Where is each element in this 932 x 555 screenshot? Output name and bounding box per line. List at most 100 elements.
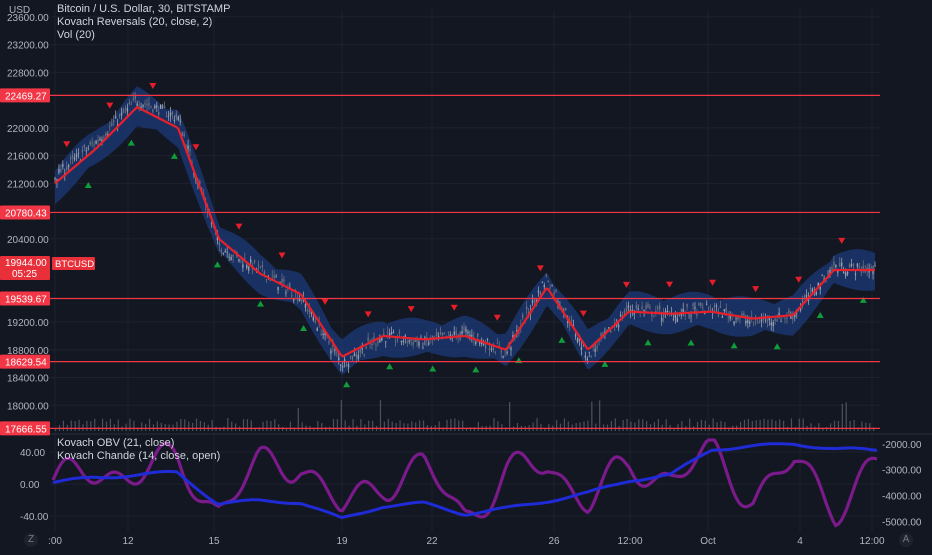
candle-body bbox=[152, 109, 154, 113]
volume-bar bbox=[720, 420, 722, 431]
volume-bar bbox=[446, 419, 448, 431]
candle-body bbox=[725, 308, 727, 312]
candle-body bbox=[862, 265, 864, 269]
auto-scale-button[interactable]: A bbox=[899, 533, 913, 547]
volume-bar bbox=[642, 419, 644, 431]
trading-chart[interactable]: USD 23600.00 23200.00 22800.00 22000.00 2160… bbox=[0, 0, 932, 550]
candle-body bbox=[842, 271, 845, 274]
volume-bar bbox=[383, 421, 385, 431]
candle-body bbox=[506, 351, 508, 354]
candle-body bbox=[103, 137, 105, 139]
volume-bar bbox=[849, 420, 851, 431]
candle-body bbox=[230, 256, 232, 261]
volume-bar bbox=[591, 401, 593, 431]
candle-body bbox=[261, 265, 264, 267]
time-tick-label: 22 bbox=[426, 536, 438, 547]
candle-body bbox=[347, 364, 350, 367]
candle-body bbox=[355, 354, 358, 357]
zoom-button[interactable]: Z bbox=[24, 533, 38, 547]
candle-body bbox=[128, 102, 131, 105]
volume-bar bbox=[336, 419, 339, 431]
volume-bar bbox=[473, 427, 476, 431]
candle-body bbox=[815, 291, 817, 295]
candle-body bbox=[735, 318, 737, 319]
candle-body bbox=[99, 138, 101, 141]
candle-body bbox=[165, 115, 168, 117]
lower-legend: Kovach OBV (21, close) Kovach Chande (14… bbox=[57, 437, 220, 463]
level-label-text: 20780.43 bbox=[5, 208, 47, 219]
time-tick-label: 12 bbox=[122, 536, 134, 547]
level-label-text: 18629.54 bbox=[5, 358, 47, 369]
candle-body bbox=[69, 157, 72, 160]
candle-body bbox=[257, 264, 260, 266]
candle-body bbox=[848, 264, 851, 268]
candle-body bbox=[60, 169, 62, 173]
volume-bar bbox=[567, 421, 569, 431]
volume-bar bbox=[775, 420, 777, 431]
candle-body bbox=[93, 144, 95, 146]
candle-body bbox=[420, 337, 422, 338]
candle-body bbox=[856, 263, 859, 267]
candle-body bbox=[854, 273, 857, 276]
candle-body bbox=[161, 105, 164, 107]
candle-body bbox=[674, 314, 677, 319]
candle-body bbox=[365, 347, 367, 349]
candle-body bbox=[111, 122, 113, 126]
candle-body bbox=[359, 349, 361, 353]
legend-kovach-obv[interactable]: Kovach OBV (21, close) bbox=[57, 437, 220, 450]
volume-bar bbox=[395, 423, 397, 431]
legend-symbol[interactable]: Bitcoin / U.S. Dollar, 30, BITSTAMP bbox=[57, 3, 230, 16]
candle-body bbox=[471, 334, 473, 337]
candle-body bbox=[570, 319, 573, 322]
volume-bar bbox=[837, 420, 840, 431]
volume-bar bbox=[751, 421, 753, 431]
legend-kovach-reversals[interactable]: Kovach Reversals (20, close, 2) bbox=[57, 16, 230, 29]
volume-bar bbox=[352, 419, 354, 431]
legend-kovach-chande[interactable]: Kovach Chande (14, close, open) bbox=[57, 450, 220, 463]
volume-bar bbox=[101, 418, 104, 431]
candle-body bbox=[684, 314, 686, 316]
volume-bar bbox=[168, 424, 170, 431]
candle-body bbox=[87, 148, 89, 150]
candle-body bbox=[226, 251, 228, 253]
volume-bar bbox=[579, 422, 581, 431]
volume-bar bbox=[78, 419, 80, 431]
volume-bar bbox=[415, 422, 417, 431]
volume-bar bbox=[841, 403, 843, 431]
candle-body bbox=[778, 312, 780, 316]
candle-body bbox=[105, 133, 107, 137]
candle-body bbox=[809, 287, 812, 290]
candle-body bbox=[747, 320, 749, 323]
volume-bar bbox=[802, 418, 804, 431]
candle-body bbox=[271, 274, 273, 276]
candle-body bbox=[171, 111, 174, 114]
candle-body bbox=[371, 343, 373, 346]
main-legend: Bitcoin / U.S. Dollar, 30, BITSTAMP Kova… bbox=[57, 3, 230, 42]
volume-bar bbox=[438, 421, 440, 431]
volume-bar bbox=[779, 419, 781, 431]
price-tick-label: 23200.00 bbox=[7, 41, 49, 52]
volume-bar bbox=[646, 421, 648, 431]
candle-body bbox=[723, 309, 726, 312]
candle-body bbox=[418, 342, 420, 346]
candle-body bbox=[218, 242, 221, 246]
volume-bar bbox=[724, 422, 726, 431]
candle-body bbox=[349, 355, 352, 357]
volume-bar bbox=[270, 421, 272, 431]
candle-body bbox=[576, 338, 579, 343]
price-tick-label: 21600.00 bbox=[7, 152, 49, 163]
candle-body bbox=[694, 306, 696, 309]
legend-volume[interactable]: Vol (20) bbox=[57, 29, 230, 42]
candle-body bbox=[625, 307, 628, 312]
volume-bar bbox=[493, 418, 495, 431]
candle-body bbox=[715, 305, 718, 307]
candle-body bbox=[330, 350, 332, 354]
candle-body bbox=[314, 320, 316, 322]
candle-body bbox=[159, 105, 162, 109]
price-tick-label: 18400.00 bbox=[7, 374, 49, 385]
current-price-value: 19944.00 bbox=[5, 258, 47, 269]
candle-body bbox=[653, 315, 655, 317]
candle-body bbox=[492, 347, 495, 351]
candle-body bbox=[263, 271, 266, 275]
volume-bar bbox=[188, 421, 190, 431]
